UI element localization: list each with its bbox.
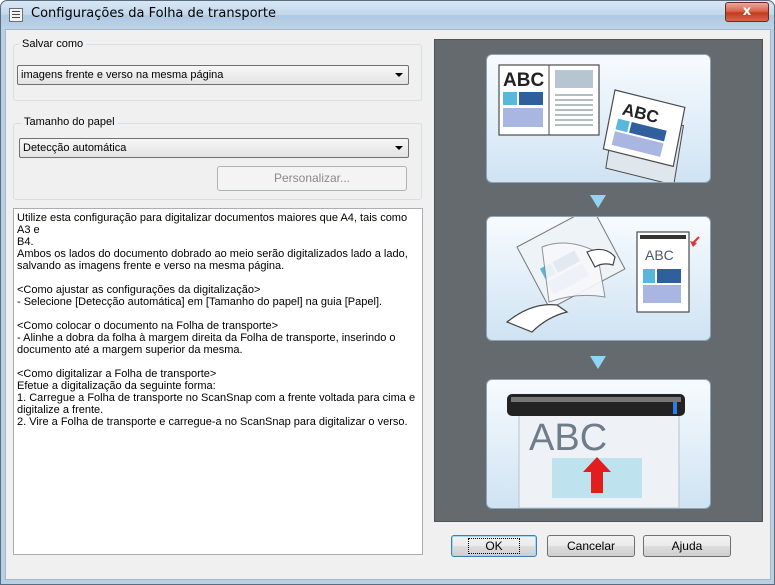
paper-size-dropdown[interactable]: Detecção automática	[19, 138, 409, 158]
dialog-body: Salvar como imagens frente e verso na me…	[5, 29, 771, 580]
folded-document-illustration: ABC ABC	[486, 54, 711, 183]
description-line	[17, 356, 419, 368]
description-line: Efetue a digitalização da seguinte forma…	[17, 380, 216, 392]
paper-size-selected: Detecção automática	[23, 142, 127, 154]
description-line: B4.	[17, 236, 34, 248]
page-heading-text: ABC	[529, 417, 607, 459]
app-menu-icon[interactable]	[9, 8, 23, 22]
dialog-window: Configurações da Folha de transporte x S…	[0, 0, 775, 585]
chevron-down-icon	[395, 146, 403, 150]
description-line: - Alinhe a dobra da folha à margem direi…	[17, 332, 396, 344]
scanner-image: ABC	[507, 394, 685, 508]
description-line	[17, 308, 419, 320]
scanning-illustration: ABC	[486, 379, 711, 509]
description-line: digitalize a frente.	[17, 404, 104, 416]
customize-button[interactable]: Personalizar...	[217, 166, 407, 191]
description-text[interactable]: Utilize esta configuração para digitaliz…	[13, 208, 423, 555]
description-line: <Como digitalizar a Folha de transporte>	[17, 368, 217, 380]
cancel-button[interactable]: Cancelar	[547, 535, 635, 557]
paper-size-label: Tamanho do papel	[21, 116, 118, 128]
description-line: Ambos os lados do documento dobrado ao m…	[17, 248, 408, 260]
description-line: <Como colocar o documento na Folha de tr…	[17, 320, 279, 332]
help-button[interactable]: Ajuda	[643, 535, 731, 557]
save-as-dropdown[interactable]: imagens frente e verso na mesma página	[17, 65, 409, 85]
description-line: documento até a margem superior da mesma…	[17, 344, 243, 356]
description-line: <Como ajustar as configurações da digita…	[17, 284, 261, 296]
title-bar[interactable]: Configurações da Folha de transporte x	[1, 1, 774, 29]
folded-document-image: ABC ABC	[498, 64, 686, 182]
carrier-sheet-illustration: ABC	[486, 216, 711, 341]
save-as-label: Salvar como	[19, 38, 87, 50]
description-line: salvando as imagens frente e verso na me…	[17, 260, 285, 272]
step-arrow-icon	[590, 195, 606, 208]
window-title: Configurações da Folha de transporte	[31, 6, 276, 21]
illustration-panel: ABC ABC ABC ABC	[434, 39, 763, 522]
step-arrow-icon	[590, 356, 606, 369]
page-heading-text: ABC	[645, 247, 674, 263]
description-line	[17, 272, 419, 284]
description-line: Utilize esta configuração para digitaliz…	[17, 212, 410, 236]
ok-label: OK	[468, 538, 520, 554]
description-line: 1. Carregue a Folha de transporte no Sca…	[17, 392, 416, 404]
page-heading-text: ABC	[503, 70, 544, 91]
close-button[interactable]: x	[725, 2, 769, 22]
chevron-down-icon	[395, 73, 403, 77]
description-line: 2. Vire a Folha de transporte e carregue…	[17, 416, 408, 428]
save-as-selected: imagens frente e verso na mesma página	[21, 69, 224, 81]
description-line: - Selecione [Detecção automática] em [Ta…	[17, 296, 383, 308]
carrier-sheet-image: ABC	[505, 217, 700, 333]
ok-button[interactable]: OK	[451, 535, 537, 557]
